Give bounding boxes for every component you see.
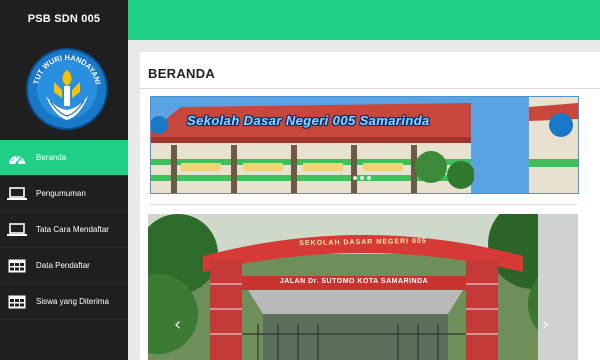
sidebar-item-label: Pengumuman <box>36 189 86 198</box>
sidebar: PSB SDN 005 TUT WURI HANDAYANI Beranda P… <box>0 0 128 360</box>
laptop-icon <box>6 221 28 239</box>
banner-school-image <box>151 97 578 193</box>
sidebar-item-label: Beranda <box>36 153 67 162</box>
sidebar-item-label: Tata Cara Mendaftar <box>36 225 109 234</box>
school-gate-photo <box>148 214 578 360</box>
laptop-icon <box>6 185 28 203</box>
page-title: BERANDA <box>148 66 216 81</box>
banner-dot[interactable] <box>360 176 364 180</box>
table-icon <box>6 293 28 311</box>
sidebar-item-tata-cara-mendaftar[interactable]: Tata Cara Mendaftar <box>0 212 128 248</box>
gate-sign-text: JALAN Dr. SUTOMO KOTA SAMARINDA <box>279 278 429 285</box>
table-icon <box>6 257 28 275</box>
sidebar-item-pengumuman[interactable]: Pengumuman <box>0 176 128 212</box>
banner-dot[interactable] <box>353 176 357 180</box>
dashboard-icon <box>6 149 28 167</box>
sidebar-item-label: Siswa yang Diterima <box>36 297 109 306</box>
content-panel: BERANDA Sekolah Dasar Negeri 005 Samarin… <box>140 52 600 360</box>
banner-caption: Sekolah Dasar Negeri 005 Samarinda <box>187 113 430 128</box>
photo-slider: SEKOLAH DASAR NEGERI 005 JALAN Dr. SUTOM… <box>148 214 578 360</box>
sidebar-item-siswa-yang-diterima[interactable]: Siswa yang Diterima <box>0 284 128 320</box>
slider-next-arrow[interactable]: › <box>542 314 549 335</box>
sidebar-item-beranda[interactable]: Beranda <box>0 140 128 176</box>
section-divider <box>150 204 577 205</box>
title-divider <box>140 88 600 89</box>
brand-title[interactable]: PSB SDN 005 <box>0 0 128 38</box>
banner-dot[interactable] <box>367 176 371 180</box>
sidebar-item-label: Data Pendaftar <box>36 261 90 270</box>
sidebar-menu: Beranda Pengumuman Tata Cara Mendaftar D… <box>0 140 128 320</box>
slider-prev-arrow[interactable]: ‹ <box>174 314 181 335</box>
top-navbar <box>128 0 600 40</box>
sidebar-item-data-pendaftar[interactable]: Data Pendaftar <box>0 248 128 284</box>
school-banner: Sekolah Dasar Negeri 005 Samarinda <box>150 96 579 194</box>
tut-wuri-handayani-logo: TUT WURI HANDAYANI <box>24 46 110 132</box>
